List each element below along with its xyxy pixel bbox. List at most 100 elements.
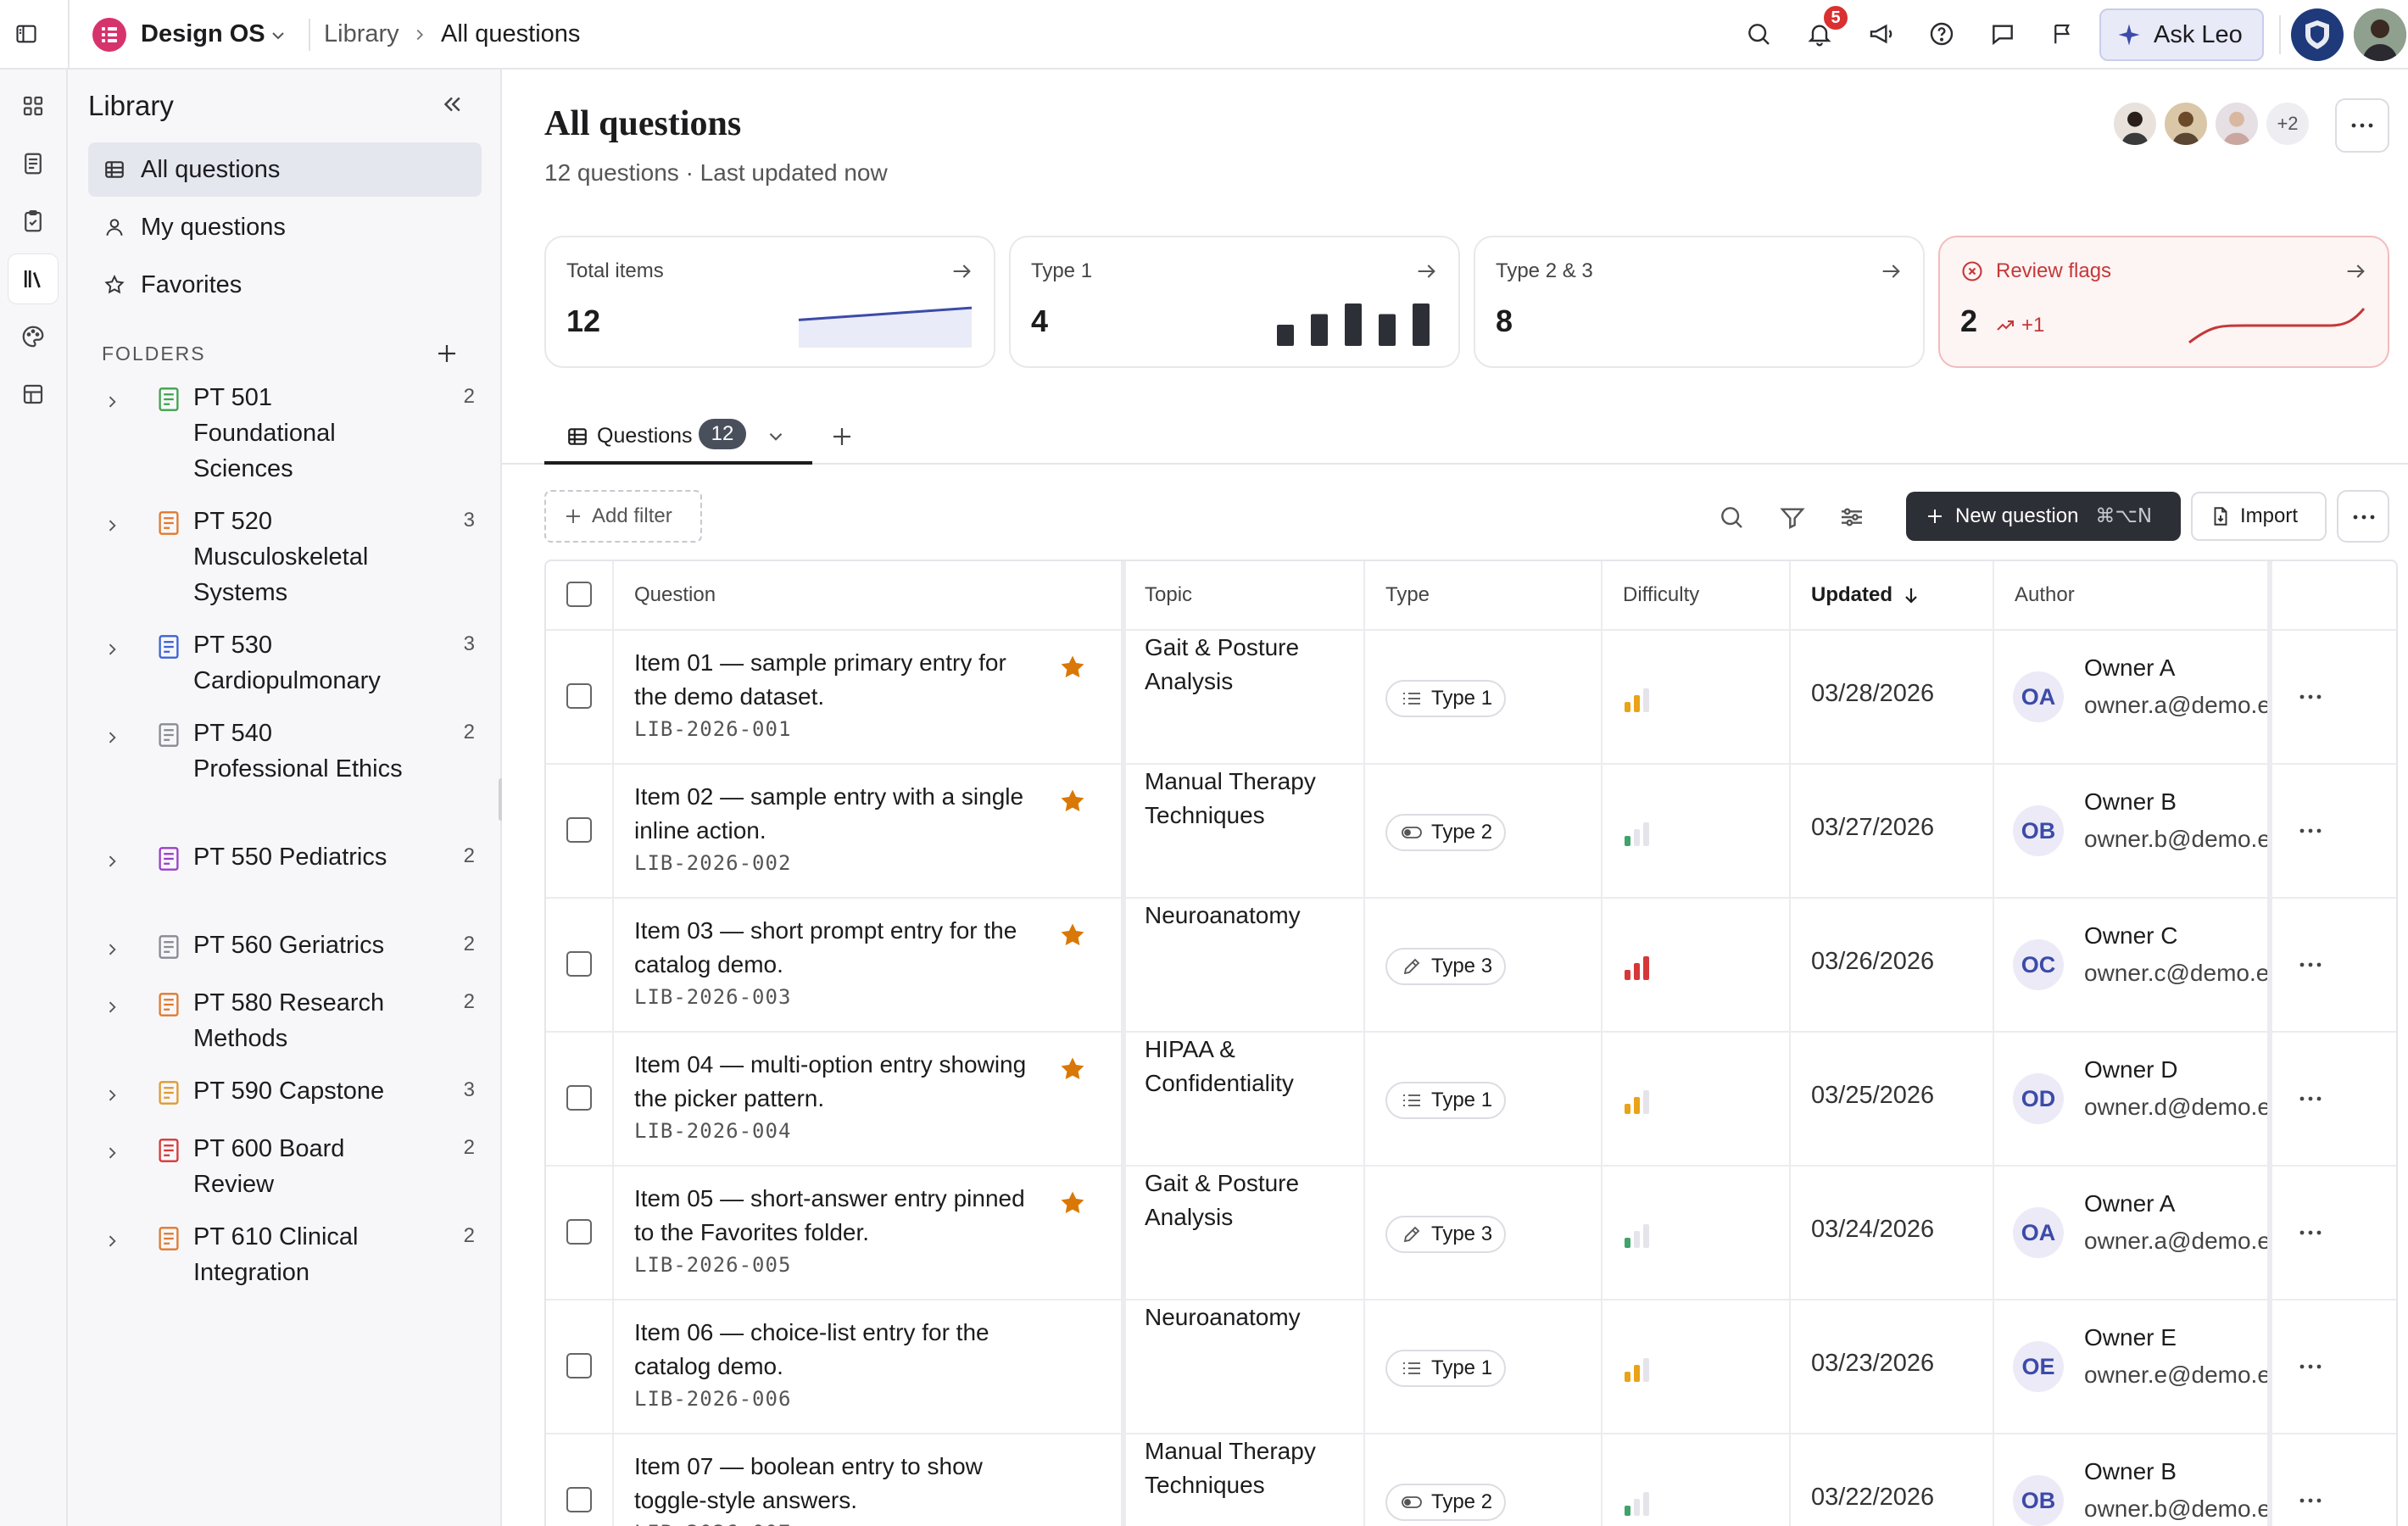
- rail-item-dashboard[interactable]: [8, 81, 58, 131]
- chevron-right-icon[interactable]: [103, 392, 120, 412]
- workspace-name[interactable]: Design OS: [141, 20, 265, 48]
- collapse-sidebar-icon[interactable]: [439, 92, 465, 117]
- question-cell[interactable]: Item 04 — multi-option entry showing the…: [614, 1033, 1126, 1165]
- rail-item-layouts[interactable]: [8, 370, 58, 419]
- more-horizontal-icon[interactable]: [2298, 1358, 2323, 1375]
- new-question-button[interactable]: New question ⌘⌥N: [1906, 492, 2181, 541]
- stat-card-type-1[interactable]: Type 1 4: [1009, 236, 1460, 368]
- help-icon[interactable]: [1928, 20, 1955, 47]
- table-row[interactable]: Item 04 — multi-option entry showing the…: [546, 1031, 2396, 1165]
- search-icon[interactable]: [1745, 20, 1772, 47]
- import-button[interactable]: Import: [2191, 492, 2327, 541]
- chevron-right-icon[interactable]: [103, 1143, 120, 1163]
- column-header-author[interactable]: Author: [1994, 561, 2272, 629]
- stat-card-type-2-3[interactable]: Type 2 & 3 8: [1474, 236, 1925, 368]
- rail-item-theme[interactable]: [8, 312, 58, 361]
- rail-item-library[interactable]: [8, 254, 58, 304]
- column-header-updated[interactable]: Updated: [1791, 561, 1994, 629]
- row-checkbox[interactable]: [566, 817, 592, 843]
- table-row[interactable]: Item 01 — sample primary entry for the d…: [546, 629, 2396, 763]
- tab-questions[interactable]: Questions 12: [544, 412, 812, 465]
- type-pill[interactable]: Type 1: [1385, 1350, 1507, 1387]
- question-cell[interactable]: Item 01 — sample primary entry for the d…: [614, 631, 1126, 763]
- question-title[interactable]: Item 01 — sample primary entry for the d…: [634, 646, 1041, 714]
- table-row[interactable]: Item 07 — boolean entry to show toggle-s…: [546, 1433, 2396, 1526]
- question-cell[interactable]: Item 05 — short-answer entry pinned to t…: [614, 1167, 1126, 1299]
- more-horizontal-icon[interactable]: [2298, 1492, 2323, 1509]
- megaphone-icon[interactable]: [1867, 20, 1896, 47]
- more-horizontal-icon[interactable]: [2298, 1090, 2323, 1107]
- institution-shield-avatar[interactable]: [2291, 8, 2344, 61]
- breadcrumb-library[interactable]: Library: [324, 20, 399, 48]
- sidebar-toggle-icon[interactable]: [14, 22, 39, 46]
- type-pill[interactable]: Type 2: [1385, 1484, 1507, 1521]
- collaborator-stack[interactable]: +2: [2111, 100, 2315, 148]
- filter-icon[interactable]: [1779, 504, 1806, 531]
- search-icon[interactable]: [1718, 504, 1745, 531]
- more-horizontal-icon[interactable]: [2298, 688, 2323, 705]
- more-horizontal-icon[interactable]: [2298, 956, 2323, 973]
- rail-item-documents[interactable]: [8, 139, 58, 188]
- chat-icon[interactable]: [1989, 20, 2016, 47]
- more-horizontal-icon[interactable]: [2298, 1224, 2323, 1241]
- column-header-question[interactable]: Question: [614, 561, 1126, 629]
- type-pill[interactable]: Type 3: [1385, 1216, 1507, 1253]
- column-header-difficulty[interactable]: Difficulty: [1603, 561, 1791, 629]
- type-pill[interactable]: Type 1: [1385, 680, 1507, 717]
- column-header-type[interactable]: Type: [1365, 561, 1603, 629]
- flag-icon[interactable]: [2050, 20, 2076, 47]
- column-header-topic[interactable]: Topic: [1126, 561, 1365, 629]
- row-checkbox[interactable]: [566, 1353, 592, 1378]
- chevron-right-icon[interactable]: [103, 939, 120, 960]
- favorite-star-icon[interactable]: [1058, 787, 1087, 816]
- chevron-right-icon[interactable]: [103, 851, 120, 872]
- question-title[interactable]: Item 02 — sample entry with a single inl…: [634, 780, 1041, 848]
- favorite-star-icon[interactable]: [1058, 921, 1087, 950]
- sidebar-item-favorites[interactable]: Favorites: [88, 258, 482, 312]
- row-checkbox[interactable]: [566, 951, 592, 977]
- type-pill[interactable]: Type 2: [1385, 814, 1507, 851]
- chevron-right-icon[interactable]: [103, 727, 120, 748]
- table-row[interactable]: Item 06 — choice-list entry for the cata…: [546, 1299, 2396, 1433]
- row-checkbox[interactable]: [566, 683, 592, 709]
- favorite-star-icon[interactable]: [1058, 1189, 1087, 1217]
- chevron-right-icon[interactable]: [103, 1231, 120, 1251]
- question-cell[interactable]: Item 07 — boolean entry to show toggle-s…: [614, 1434, 1126, 1526]
- type-pill[interactable]: Type 1: [1385, 1082, 1507, 1119]
- sidebar-item-my-questions[interactable]: My questions: [88, 200, 482, 254]
- chevron-down-icon[interactable]: [268, 25, 288, 46]
- table-row[interactable]: Item 03 — short prompt entry for the cat…: [546, 897, 2396, 1031]
- favorite-star-icon[interactable]: [1058, 1055, 1087, 1083]
- table-row[interactable]: Item 02 — sample entry with a single inl…: [546, 763, 2396, 897]
- row-checkbox[interactable]: [566, 1085, 592, 1111]
- page-more-button[interactable]: [2335, 98, 2389, 153]
- question-title[interactable]: Item 03 — short prompt entry for the cat…: [634, 914, 1041, 982]
- chevron-right-icon[interactable]: [103, 997, 120, 1017]
- chevron-right-icon[interactable]: [103, 639, 120, 660]
- stat-card-review-flags[interactable]: Review flags 2 +1: [1938, 236, 2389, 368]
- user-avatar[interactable]: [2354, 8, 2406, 61]
- ask-leo-button[interactable]: Ask Leo: [2099, 8, 2264, 61]
- stat-card-total-items[interactable]: Total items 12: [544, 236, 995, 368]
- more-horizontal-icon[interactable]: [2298, 822, 2323, 839]
- row-checkbox[interactable]: [566, 1487, 592, 1512]
- add-filter-button[interactable]: Add filter: [544, 490, 702, 543]
- table-row[interactable]: Item 05 — short-answer entry pinned to t…: [546, 1165, 2396, 1299]
- sidebar-item-all-questions[interactable]: All questions: [88, 142, 482, 197]
- select-all-checkbox[interactable]: [566, 582, 592, 607]
- question-cell[interactable]: Item 02 — sample entry with a single inl…: [614, 765, 1126, 897]
- row-checkbox[interactable]: [566, 1219, 592, 1245]
- add-folder-icon[interactable]: [434, 341, 460, 366]
- chevron-right-icon[interactable]: [103, 515, 120, 536]
- favorite-star-icon[interactable]: [1058, 653, 1087, 682]
- toolbar-more-button[interactable]: [2337, 490, 2389, 543]
- question-cell[interactable]: Item 06 — choice-list entry for the cata…: [614, 1300, 1126, 1433]
- rail-item-tasks[interactable]: [8, 197, 58, 246]
- type-pill[interactable]: Type 3: [1385, 948, 1507, 985]
- add-view-icon[interactable]: [829, 424, 855, 449]
- sliders-icon[interactable]: [1838, 504, 1865, 531]
- question-title[interactable]: Item 04 — multi-option entry showing the…: [634, 1048, 1041, 1116]
- chevron-right-icon[interactable]: [103, 1085, 120, 1106]
- question-cell[interactable]: Item 03 — short prompt entry for the cat…: [614, 899, 1126, 1031]
- question-title[interactable]: Item 06 — choice-list entry for the cata…: [634, 1316, 1041, 1384]
